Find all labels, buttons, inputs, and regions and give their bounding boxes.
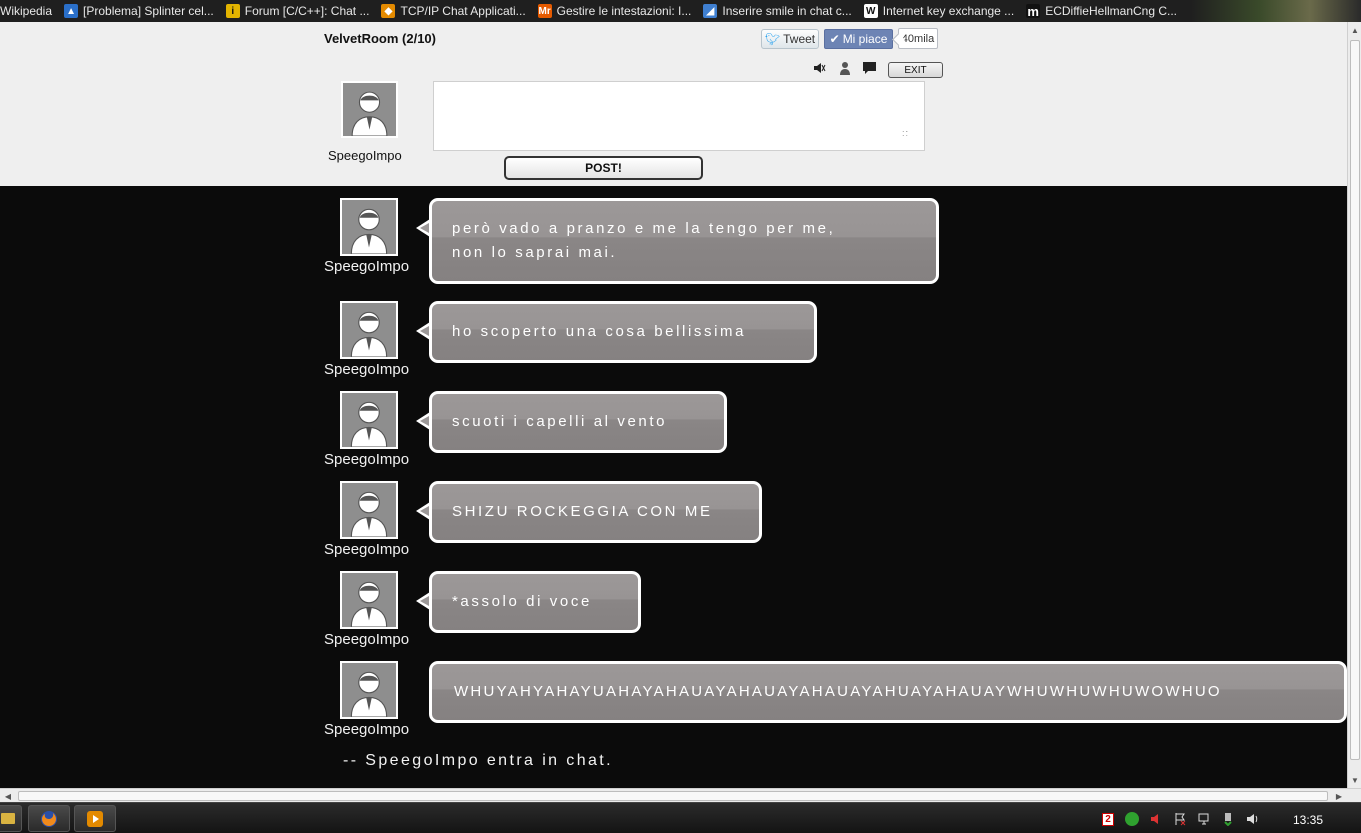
forum-icon: ◢ [703,4,718,18]
action-center-flag-icon[interactable] [1172,811,1188,827]
bookmark-label: ECDiffieHellmanCng C... [1045,4,1178,18]
chat-log: SpeegoImpo però vado a pranzo e me la te… [0,186,1347,787]
media-player-icon [87,810,103,827]
scroll-up-icon[interactable]: ▲ [1348,22,1361,38]
user-avatar [340,571,398,629]
message-username: SpeegoImpo [324,631,410,648]
chat-header: VelvetRoom (2/10) 🐦︎ Tweet ✔ Mi piace 40… [0,22,1347,186]
bookmark-forum-cpp[interactable]: i Forum [C/C++]: Chat ... [225,4,370,18]
bookmark-ike[interactable]: W Internet key exchange ... [863,4,1015,18]
post-button[interactable]: POST! [504,156,703,180]
message-bubble: ho scoperto una cosa bellissima [416,301,817,363]
message-username: SpeegoImpo [324,541,410,558]
like-label: Mi piace [842,32,888,46]
bookmark-wikipedia[interactable]: Wikipedia [0,4,52,18]
volume-icon[interactable] [1244,811,1260,827]
bookmark-label: TCP/IP Chat Applicati... [400,4,526,18]
check-icon: ✔ [829,32,840,46]
taskbar-firefox[interactable] [28,805,70,832]
room-title: VelvetRoom (2/10) [324,31,436,46]
user-icon[interactable] [837,60,853,76]
security-shield-icon[interactable] [1124,811,1140,827]
bookmark-splinter[interactable]: ▲ [Problema] Splinter cel... [64,4,214,18]
tweet-label: Tweet [783,32,816,46]
mr-icon: Mr [537,4,552,18]
taskbar-explorer[interactable] [0,805,22,832]
speech-bubble-icon[interactable] [861,60,877,76]
tray-badge-icon[interactable]: 2 [1100,811,1116,827]
bookmark-label: Internet key exchange ... [882,4,1015,18]
message-bubble: SHIZU ROCKEGGIA CON ME [416,481,762,543]
bookmark-label: [Problema] Splinter cel... [83,4,214,18]
vertical-scroll-thumb[interactable] [1350,40,1360,760]
message-input[interactable] [433,81,925,151]
tray-badge: 2 [1102,812,1114,826]
vertical-scrollbar[interactable]: ▲ ▼ [1347,22,1361,788]
bookmark-smile[interactable]: ◢ Inserire smile in chat c... [703,4,852,18]
bookmark-tcpip[interactable]: ◆ TCP/IP Chat Applicati... [381,4,526,18]
bookmark-intestazioni[interactable]: Mr Gestire le intestazioni: I... [537,4,692,18]
like-count: 40mila [898,28,938,49]
message-text: però vado a pranzo e me la tengo per me,… [452,220,836,261]
theme-artwork [1191,0,1361,22]
message-text: *assolo di voce [452,593,592,610]
volume-mute-icon[interactable] [1148,811,1164,827]
firefox-icon [41,810,57,827]
message-bubble: scuoti i capelli al vento [416,391,727,453]
twitter-bird-icon: 🐦︎ [764,32,781,46]
my-avatar [341,81,398,138]
bookmark-label: Gestire le intestazioni: I... [556,4,692,18]
forum-icon: i [225,4,240,18]
message-username: SpeegoImpo [324,361,410,378]
user-avatar [340,481,398,539]
user-avatar [340,661,398,719]
user-avatar [340,198,398,256]
system-message: -- SpeegoImpo entra in chat. [343,752,613,769]
message-bubble: *assolo di voce [416,571,641,633]
scroll-down-icon[interactable]: ▼ [1348,772,1361,788]
scroll-left-icon[interactable]: ◀ [0,789,16,803]
horizontal-scrollbar[interactable]: ◀ ▶ [0,788,1361,802]
forum-icon: ▲ [64,4,79,18]
horizontal-scroll-thumb[interactable] [18,791,1328,801]
bookmark-label: Wikipedia [0,4,53,18]
bookmarks-bar: Wikipedia ▲ [Problema] Splinter cel... iF… [0,0,1361,22]
usb-device-icon[interactable] [1220,811,1236,827]
taskbar: 2 13:35 [0,802,1361,833]
scroll-right-icon[interactable]: ▶ [1331,789,1347,803]
message-text: scuoti i capelli al vento [452,413,668,430]
bookmark-label: Forum [C/C++]: Chat ... [244,4,370,18]
message-text: ho scoperto una cosa bellissima [452,323,747,340]
taskbar-media-player[interactable] [74,805,116,832]
msdn-icon: m [1026,3,1041,19]
like-button[interactable]: ✔ Mi piace [824,29,893,49]
message-text: SHIZU ROCKEGGIA CON ME [452,503,713,520]
wikipedia-icon: W [863,4,878,18]
taskbar-clock[interactable]: 13:35 [1293,813,1323,827]
network-icon[interactable] [1196,811,1212,827]
message-username: SpeegoImpo [324,451,410,468]
bookmark-label: Inserire smile in chat c... [722,4,852,18]
exit-button[interactable]: EXIT [888,62,943,78]
forum-icon: ◆ [381,4,396,18]
folder-icon [1,813,15,824]
tweet-button[interactable]: 🐦︎ Tweet [761,29,819,49]
message-username: SpeegoImpo [324,258,410,275]
message-bubble: WHUYAHYAHAYUAHAYAHAUAYAHAUAYAHAUAYAHUAYA… [429,661,1347,723]
bookmark-ecdh[interactable]: m ECDiffieHellmanCng C... [1026,3,1178,19]
resize-grip-icon[interactable]: ...: [902,125,914,139]
user-avatar [340,301,398,359]
my-username: SpeegoImpo [328,148,402,163]
message-bubble: però vado a pranzo e me la tengo per me,… [416,198,939,284]
message-text: WHUYAHYAHAYUAHAYAHAUAYAHAUAYAHAUAYAHUAYA… [454,683,1222,700]
speaker-mute-icon[interactable] [811,60,827,76]
message-username: SpeegoImpo [324,721,410,738]
user-avatar [340,391,398,449]
